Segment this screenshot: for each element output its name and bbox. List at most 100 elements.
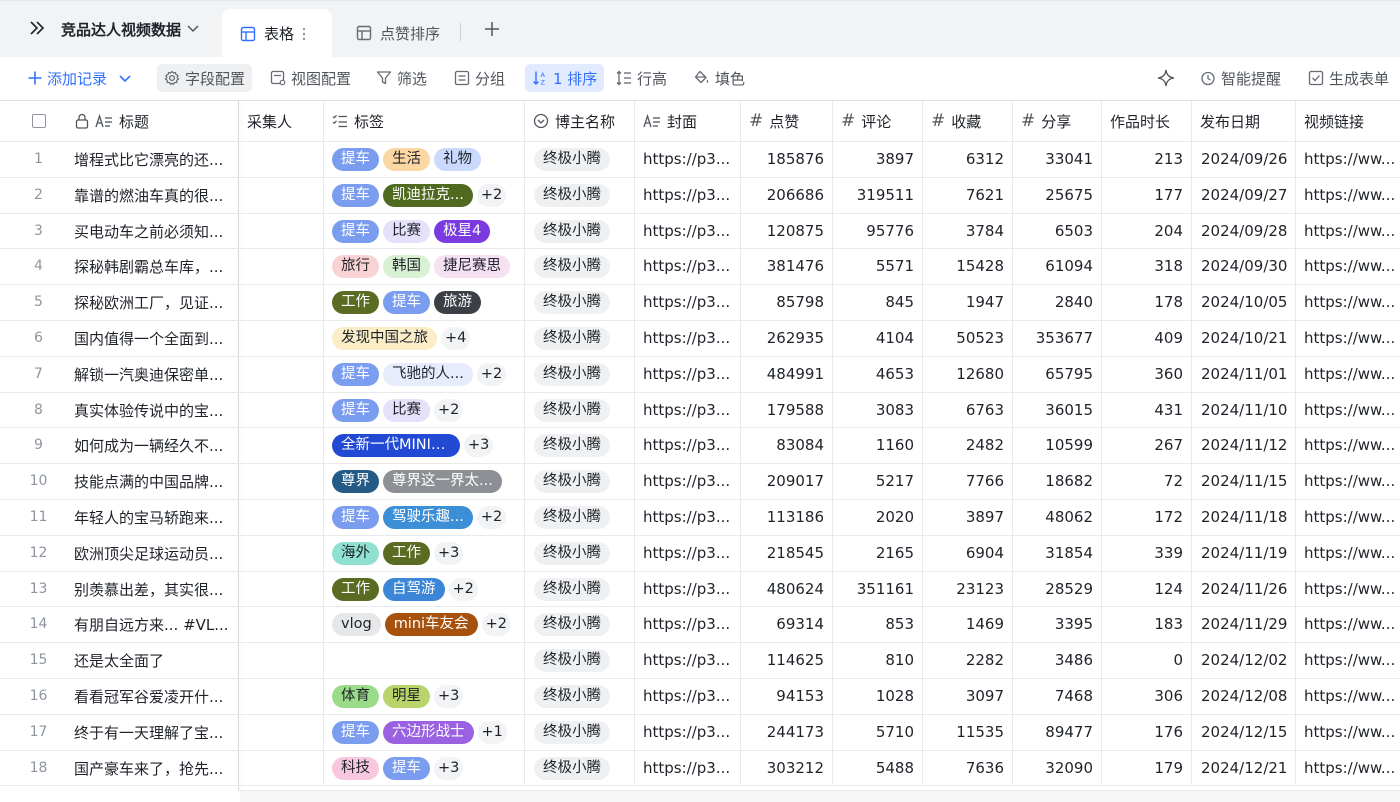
- more-tags-count[interactable]: +1: [477, 720, 507, 744]
- shares-cell[interactable]: 61094: [1012, 248, 1101, 284]
- expand-sidebar-icon[interactable]: [26, 17, 48, 39]
- duration-cell[interactable]: 431: [1101, 392, 1191, 428]
- title-cell[interactable]: 国产豪车来了，抢先...: [61, 750, 238, 786]
- publish-date-cell[interactable]: 2024/09/30: [1191, 248, 1295, 284]
- publish-date-cell[interactable]: 2024/09/27: [1191, 177, 1295, 213]
- title-cell[interactable]: 技能点满的中国品牌...: [61, 463, 238, 499]
- comments-cell[interactable]: 1160: [832, 427, 922, 463]
- comments-cell[interactable]: 3083: [832, 392, 922, 428]
- cover-cell[interactable]: https://p3...: [634, 356, 740, 392]
- likes-cell[interactable]: 179588: [740, 392, 832, 428]
- duration-cell[interactable]: 213: [1101, 141, 1191, 177]
- comments-cell[interactable]: 853: [832, 606, 922, 642]
- blogger-cell[interactable]: 终极小腾: [524, 248, 634, 284]
- cover-cell[interactable]: https://p3...: [634, 284, 740, 320]
- shares-cell[interactable]: 89477: [1012, 714, 1101, 750]
- likes-cell[interactable]: 206686: [740, 177, 832, 213]
- collector-cell[interactable]: [238, 427, 323, 463]
- tags-cell[interactable]: 海外 工作 +3: [323, 535, 524, 571]
- cover-cell[interactable]: https://p3...: [634, 392, 740, 428]
- tags-cell[interactable]: 提车 飞驰的人... +2: [323, 356, 524, 392]
- blogger-cell[interactable]: 终极小腾: [524, 535, 634, 571]
- publish-date-cell[interactable]: 2024/12/21: [1191, 750, 1295, 786]
- favorites-cell[interactable]: 2282: [922, 642, 1012, 678]
- header-collector[interactable]: 采集人: [238, 101, 323, 141]
- more-tags-count[interactable]: +2: [476, 183, 507, 207]
- favorites-cell[interactable]: 12680: [922, 356, 1012, 392]
- more-tags-count[interactable]: +4: [441, 326, 471, 350]
- title-cell[interactable]: 增程式比它漂亮的还...: [61, 141, 238, 177]
- collector-cell[interactable]: [238, 750, 323, 786]
- collector-cell[interactable]: [238, 320, 323, 356]
- title-cell[interactable]: 有朋自远方来... #VL...: [61, 606, 238, 642]
- comments-cell[interactable]: 4653: [832, 356, 922, 392]
- cover-cell[interactable]: https://p3...: [634, 320, 740, 356]
- row-height-button[interactable]: 行高: [616, 64, 667, 92]
- likes-cell[interactable]: 113186: [740, 499, 832, 535]
- header-title[interactable]: 标题: [66, 101, 238, 141]
- collector-cell[interactable]: [238, 535, 323, 571]
- likes-cell[interactable]: 484991: [740, 356, 832, 392]
- publish-date-cell[interactable]: 2024/12/08: [1191, 678, 1295, 714]
- likes-cell[interactable]: 244173: [740, 714, 832, 750]
- header-tags[interactable]: 标签: [323, 101, 524, 141]
- title-cell[interactable]: 年轻人的宝马轿跑来...: [61, 499, 238, 535]
- favorites-cell[interactable]: 3784: [922, 213, 1012, 249]
- comments-cell[interactable]: 5488: [832, 750, 922, 786]
- video-link-cell[interactable]: https://ww...: [1295, 177, 1400, 213]
- comments-cell[interactable]: 319511: [832, 177, 922, 213]
- favorites-cell[interactable]: 7636: [922, 750, 1012, 786]
- title-cell[interactable]: 欧洲顶尖足球运动员...: [61, 535, 238, 571]
- collector-cell[interactable]: [238, 248, 323, 284]
- duration-cell[interactable]: 178: [1101, 284, 1191, 320]
- tags-cell[interactable]: 提车 生活 礼物: [323, 141, 524, 177]
- publish-date-cell[interactable]: 2024/10/05: [1191, 284, 1295, 320]
- cover-cell[interactable]: https://p3...: [634, 499, 740, 535]
- blogger-cell[interactable]: 终极小腾: [524, 177, 634, 213]
- tags-cell[interactable]: vlog mini车友会 +2: [323, 606, 524, 642]
- favorites-cell[interactable]: 7621: [922, 177, 1012, 213]
- duration-cell[interactable]: 409: [1101, 320, 1191, 356]
- favorites-cell[interactable]: 6763: [922, 392, 1012, 428]
- favorites-cell[interactable]: 7766: [922, 463, 1012, 499]
- more-tags-count[interactable]: +2: [481, 612, 511, 636]
- shares-cell[interactable]: 6503: [1012, 213, 1101, 249]
- more-tags-count[interactable]: +3: [434, 684, 464, 708]
- shares-cell[interactable]: 18682: [1012, 463, 1101, 499]
- blogger-cell[interactable]: 终极小腾: [524, 571, 634, 607]
- favorites-cell[interactable]: 15428: [922, 248, 1012, 284]
- cover-cell[interactable]: https://p3...: [634, 535, 740, 571]
- publish-date-cell[interactable]: 2024/11/29: [1191, 606, 1295, 642]
- likes-cell[interactable]: 69314: [740, 606, 832, 642]
- blogger-cell[interactable]: 终极小腾: [524, 499, 634, 535]
- field-config-button[interactable]: 字段配置: [157, 64, 253, 92]
- shares-cell[interactable]: 3395: [1012, 606, 1101, 642]
- header-favorites[interactable]: # 收藏: [922, 101, 1012, 141]
- video-link-cell[interactable]: https://ww...: [1295, 714, 1400, 750]
- cover-cell[interactable]: https://p3...: [634, 714, 740, 750]
- group-button[interactable]: 分组: [454, 64, 505, 92]
- blogger-cell[interactable]: 终极小腾: [524, 427, 634, 463]
- tags-cell[interactable]: 尊界 尊界这一界太...: [323, 463, 524, 499]
- shares-cell[interactable]: 7468: [1012, 678, 1101, 714]
- cover-cell[interactable]: https://p3...: [634, 571, 740, 607]
- favorites-cell[interactable]: 6312: [922, 141, 1012, 177]
- title-cell[interactable]: 国内值得一个全面到...: [61, 320, 238, 356]
- video-link-cell[interactable]: https://ww...: [1295, 571, 1400, 607]
- duration-cell[interactable]: 0: [1101, 642, 1191, 678]
- collector-cell[interactable]: [238, 356, 323, 392]
- tags-cell[interactable]: 提车 驾驶乐趣... +2: [323, 499, 524, 535]
- title-cell[interactable]: 探秘韩剧霸总车库，...: [61, 248, 238, 284]
- title-cell[interactable]: 买电动车之前必须知...: [61, 213, 238, 249]
- more-tags-count[interactable]: +2: [434, 398, 464, 422]
- publish-date-cell[interactable]: 2024/12/15: [1191, 714, 1295, 750]
- tags-cell[interactable]: 提车 凯迪拉克... +2: [323, 177, 524, 213]
- comments-cell[interactable]: 95776: [832, 213, 922, 249]
- duration-cell[interactable]: 176: [1101, 714, 1191, 750]
- smart-remind-button[interactable]: 智能提醒: [1200, 64, 1281, 92]
- publish-date-cell[interactable]: 2024/11/01: [1191, 356, 1295, 392]
- shares-cell[interactable]: 28529: [1012, 571, 1101, 607]
- collector-cell[interactable]: [238, 642, 323, 678]
- tags-cell[interactable]: 工作 提车 旅游: [323, 284, 524, 320]
- video-link-cell[interactable]: https://ww...: [1295, 642, 1400, 678]
